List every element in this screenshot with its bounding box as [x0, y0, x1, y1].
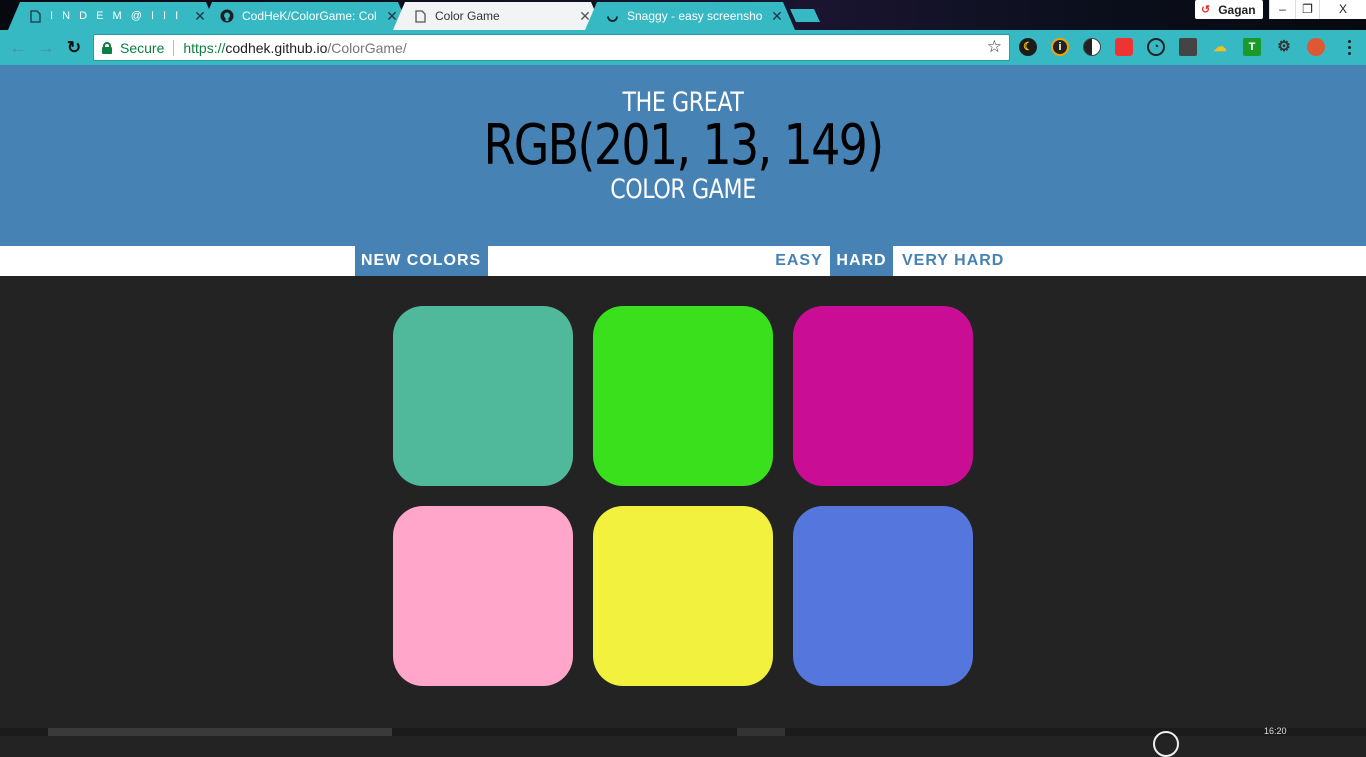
crescent-extension-icon[interactable]: ☾: [1019, 38, 1037, 56]
tab-close-icon[interactable]: ✕: [769, 8, 785, 24]
weather-extension-icon[interactable]: ☁: [1211, 38, 1229, 56]
duckduckgo-extension-icon[interactable]: [1307, 38, 1325, 56]
tab-title: Color Game: [435, 9, 500, 23]
browser-tab-snaggy[interactable]: Snaggy - easy screensho ✕: [585, 2, 795, 30]
color-square[interactable]: [793, 306, 973, 486]
url-scheme: https://: [183, 39, 226, 56]
gear-icon[interactable]: ⚙: [1275, 38, 1293, 56]
forward-arrow-icon[interactable]: →: [35, 37, 57, 59]
close-window-button[interactable]: X: [1319, 0, 1366, 19]
easy-mode-button[interactable]: Easy: [768, 246, 830, 276]
new-colors-button[interactable]: New Colors: [355, 246, 488, 276]
taskbar-clock: 16:20: [1264, 726, 1287, 736]
title-top: The Great: [622, 87, 744, 118]
title-bottom: Color Game: [610, 174, 756, 205]
tab-close-icon[interactable]: ✕: [384, 8, 400, 24]
film-extension-icon[interactable]: [1179, 38, 1197, 56]
document-icon: [413, 9, 427, 23]
control-stripe: New Colors Easy Hard Very Hard: [0, 246, 1366, 276]
color-square[interactable]: [793, 506, 973, 686]
document-icon: [28, 9, 42, 23]
sync-icon: ↺: [1201, 4, 1211, 16]
tab-title: Snaggy - easy screensho: [627, 9, 763, 23]
taskbar-app[interactable]: [737, 728, 785, 736]
browser-tab-indem[interactable]: I N D E M @ I I I T A ✕: [8, 2, 218, 30]
browser-menu-icon[interactable]: [1344, 36, 1354, 58]
color-game-page: The Great RGB(201, 13, 149) Color Game N…: [0, 65, 1366, 728]
loading-spinner-icon: [605, 9, 619, 23]
profile-button[interactable]: ↺ Gagan: [1195, 0, 1263, 19]
tab-title: I N D E M @ I I I T A: [50, 10, 186, 22]
t-extension-icon[interactable]: T: [1243, 38, 1261, 56]
security-label: Secure: [120, 39, 165, 56]
color-square[interactable]: [593, 506, 773, 686]
browser-tab-github[interactable]: CodHeK/ColorGame: Col ✕: [200, 2, 410, 30]
browser-tab-color-game[interactable]: Color Game ✕: [393, 2, 603, 30]
os-taskbar: 16:20: [0, 726, 1366, 757]
profile-name: Gagan: [1218, 2, 1256, 17]
info-extension-icon[interactable]: i: [1051, 38, 1069, 56]
tab-close-icon[interactable]: ✕: [577, 8, 593, 24]
github-icon: [220, 9, 234, 23]
hard-mode-button[interactable]: Hard: [830, 246, 893, 276]
address-separator: [173, 39, 175, 56]
bookmark-star-icon[interactable]: ☆: [987, 37, 1002, 57]
tray-icon[interactable]: [1153, 731, 1179, 757]
color-square[interactable]: [393, 506, 573, 686]
back-arrow-icon[interactable]: ←: [7, 37, 29, 59]
color-square[interactable]: [593, 306, 773, 486]
reload-icon[interactable]: ↻: [63, 37, 85, 59]
dark-mode-extension-icon[interactable]: [1083, 38, 1101, 56]
stamp-extension-icon[interactable]: [1115, 38, 1133, 56]
very-hard-mode-button[interactable]: Very Hard: [896, 246, 1012, 276]
color-square[interactable]: [393, 306, 573, 486]
tab-strip: I N D E M @ I I I T A ✕ CodHeK/ColorGame…: [0, 0, 1366, 30]
address-bar[interactable]: Secure https://codhek.github.io/ColorGam…: [93, 34, 1010, 61]
url-host: codhek.github.io: [225, 39, 328, 56]
tab-title: CodHeK/ColorGame: Col: [242, 9, 377, 23]
url-path: /ColorGame/: [327, 39, 407, 56]
lock-icon: [102, 41, 112, 54]
target-color-display: RGB(201, 13, 149): [483, 113, 884, 178]
speedometer-extension-icon[interactable]: ◔: [1147, 38, 1165, 56]
minimize-button[interactable]: –: [1269, 0, 1295, 19]
tab-close-icon[interactable]: ✕: [192, 8, 208, 24]
game-header: The Great RGB(201, 13, 149) Color Game: [0, 65, 1366, 246]
restore-button[interactable]: ❐: [1295, 0, 1319, 19]
taskbar-search[interactable]: [48, 728, 392, 736]
